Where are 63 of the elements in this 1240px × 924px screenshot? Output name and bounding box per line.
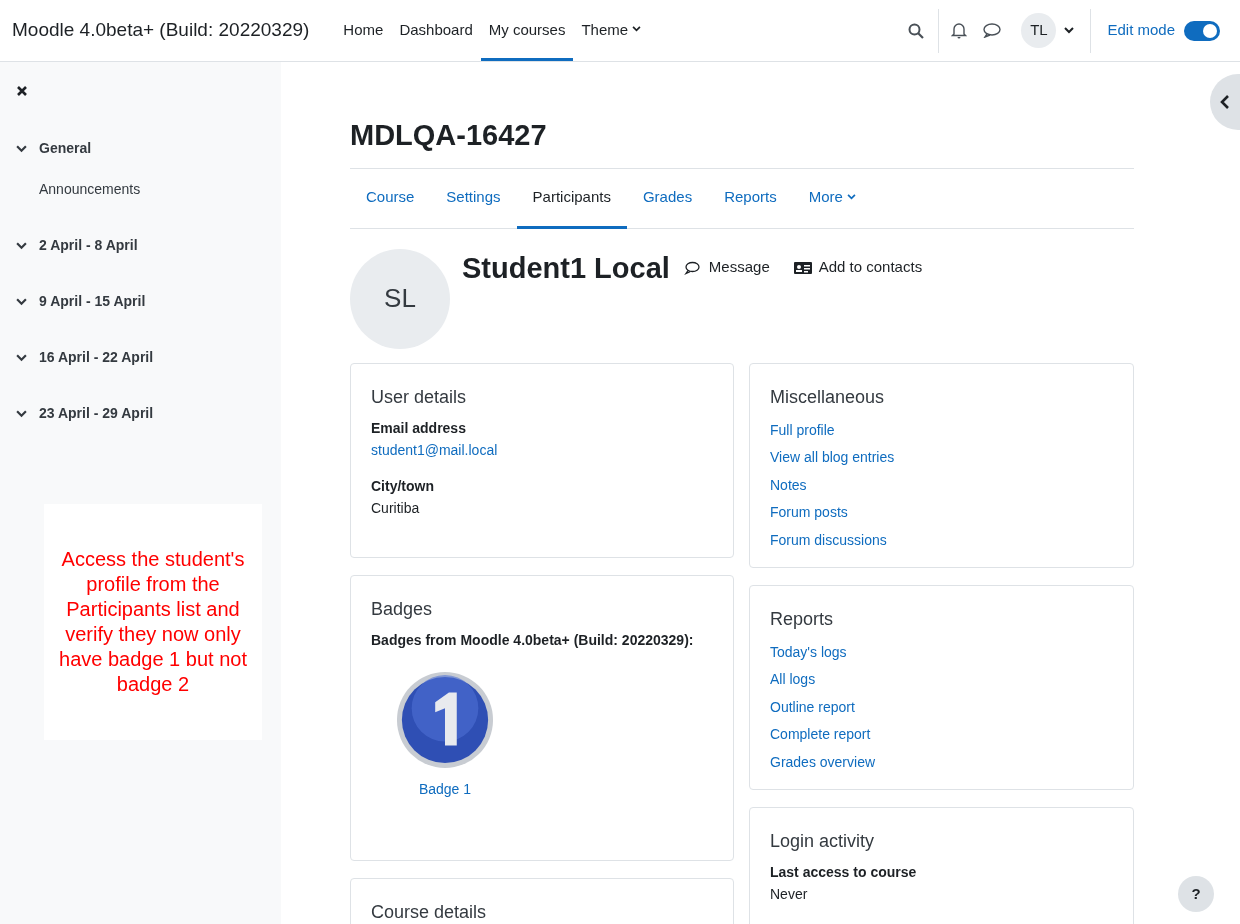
- chevron-left-icon: [1220, 95, 1230, 109]
- email-link[interactable]: student1@mail.local: [371, 438, 713, 461]
- badge-link[interactable]: Badge 1: [418, 778, 472, 800]
- nav-link[interactable]: Theme: [573, 0, 650, 61]
- field-label: Last access to course: [770, 862, 918, 882]
- field-label: City/town: [371, 476, 435, 496]
- caret-icon: [846, 194, 856, 200]
- section-title[interactable]: 16 April - 22 April: [39, 346, 154, 368]
- profile-link[interactable]: All logs: [770, 666, 1113, 694]
- nav-link[interactable]: Dashboard: [391, 0, 481, 61]
- card-title: User details: [371, 385, 468, 409]
- close-icon[interactable]: [16, 85, 28, 97]
- profile-link[interactable]: View all blog entries: [770, 444, 1113, 472]
- contact-card-icon: [793, 260, 812, 275]
- field-value: Curitiba: [371, 498, 421, 518]
- profile-link[interactable]: Outline report: [770, 693, 1113, 721]
- chat-icon[interactable]: [983, 23, 1002, 38]
- activity-link[interactable]: Announcements: [16, 177, 281, 201]
- field-label: Badges from Moodle 4.0beta+ (Build: 20220329):: [371, 630, 695, 650]
- course-tab[interactable]: Grades: [626, 168, 709, 229]
- course-tab[interactable]: Participants: [516, 168, 627, 229]
- site-name[interactable]: Moodle 4.0beta+ (Build: 20220329): [12, 16, 310, 45]
- course-tab[interactable]: Reports: [708, 168, 793, 229]
- profile-link[interactable]: Today's logs: [770, 638, 1113, 666]
- speech-bubble-icon: [683, 260, 700, 275]
- section-title[interactable]: 23 April - 29 April: [39, 402, 154, 424]
- drawer-toggle-button[interactable]: [1210, 74, 1240, 130]
- field-label: Email address: [371, 418, 467, 438]
- edit-mode-label: Edit mode: [1107, 20, 1175, 41]
- field-value: Never: [770, 884, 809, 904]
- nav-link[interactable]: Home: [335, 0, 392, 61]
- card-title: Miscellaneous: [770, 385, 886, 409]
- section-title[interactable]: 9 April - 15 April: [39, 290, 146, 312]
- card-title: Login activity: [770, 829, 876, 853]
- section-title[interactable]: 2 April - 8 April: [39, 234, 138, 256]
- user-avatar: SL: [350, 248, 450, 349]
- profile-link[interactable]: Forum posts: [770, 499, 1113, 527]
- search-icon[interactable]: [908, 22, 925, 39]
- card-title: Reports: [770, 607, 835, 631]
- profile-link[interactable]: Complete report: [770, 721, 1113, 749]
- card-title: Badges: [371, 597, 434, 621]
- course-tab[interactable]: More: [792, 168, 872, 229]
- card-title: Course details: [371, 900, 488, 924]
- caret-icon: [632, 26, 642, 32]
- profile-action-link[interactable]: Message: [683, 256, 770, 279]
- caret-icon[interactable]: [1064, 27, 1075, 34]
- profile-link[interactable]: Grades overview: [770, 748, 1113, 776]
- help-button[interactable]: ?: [1178, 876, 1214, 912]
- course-tab[interactable]: Settings: [430, 168, 517, 229]
- profile-link[interactable]: Notes: [770, 471, 1113, 499]
- edit-mode-toggle[interactable]: [1184, 20, 1220, 41]
- course-title: MDLQA-16427: [350, 62, 1134, 169]
- profile-link[interactable]: Forum discussions: [770, 526, 1113, 554]
- badge-drawing[interactable]: [396, 670, 494, 769]
- bell-icon[interactable]: [951, 22, 968, 39]
- nav-link[interactable]: My courses: [480, 0, 574, 61]
- section-title[interactable]: General: [39, 137, 92, 159]
- user-name: Student1 Local: [462, 250, 670, 286]
- course-tab[interactable]: Course: [350, 168, 431, 229]
- annotation-note: Access the student's profile from the Participants list and verify they now only have badge 1 but not badge 2: [44, 504, 262, 740]
- user-avatar[interactable]: TL: [1021, 13, 1057, 48]
- profile-link[interactable]: Full profile: [770, 416, 1113, 444]
- profile-action-link[interactable]: Add to contacts: [793, 256, 923, 279]
